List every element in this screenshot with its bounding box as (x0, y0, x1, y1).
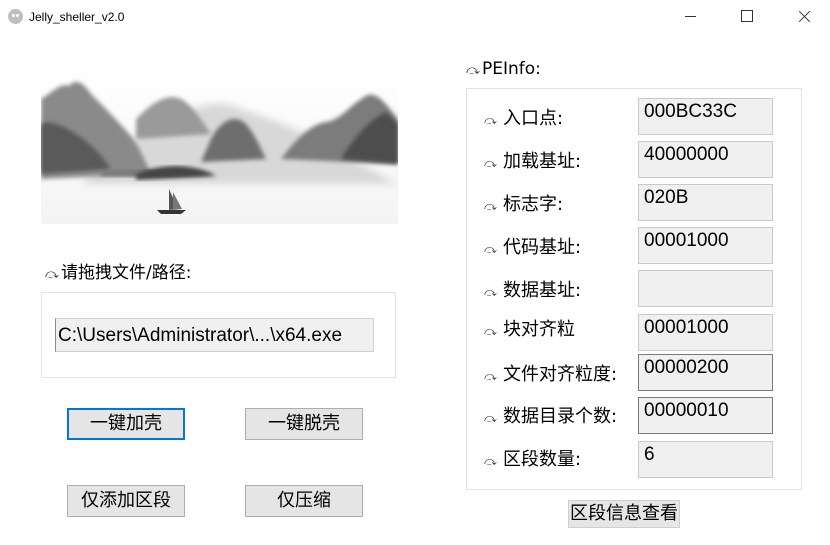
drop-label: ⤼ 请拖拽文件/路径: (45, 262, 191, 286)
window-title: Jelly_sheller_v2.0 (29, 10, 125, 24)
data-directory-count-label: ⤼ 数据目录个数: (484, 405, 617, 430)
arrow-icon: ⤼ (484, 454, 497, 468)
landscape-image (41, 64, 398, 224)
arrow-icon: ⤼ (484, 242, 497, 256)
file-path-field[interactable]: C:\Users\Administrator\...\x64.exe (55, 318, 374, 352)
arrow-icon: ⤼ (484, 285, 497, 299)
view-sections-button[interactable]: 区段信息查看 (568, 500, 680, 528)
peinfo-title: ⤼ PEInfo: (466, 58, 541, 82)
arrow-icon: ⤼ (484, 199, 497, 213)
section-alignment-field[interactable]: 00001000 (638, 314, 773, 351)
image-base-field[interactable]: 40000000 (638, 141, 773, 178)
entry-point-label: ⤼ 入口点: (484, 107, 563, 132)
section-count-field[interactable]: 6 (638, 441, 773, 478)
minimize-icon[interactable] (668, 0, 714, 34)
compress-button[interactable]: 仅压缩 (245, 485, 363, 517)
magic-field[interactable]: 020B (638, 184, 773, 221)
add-section-button[interactable]: 仅添加区段 (67, 485, 185, 517)
arrow-icon: ⤼ (466, 63, 480, 78)
data-base-field[interactable] (638, 270, 773, 307)
arrow-icon: ⤼ (484, 369, 497, 383)
data-directory-count-field[interactable]: 00000010 (638, 397, 773, 434)
peinfo-group: ⤼ 入口点: 000BC33C ⤼ 加载基址: 40000000 ⤼ 标志字: 020… (466, 88, 802, 490)
app-icon (8, 9, 23, 24)
pack-button[interactable]: 一键加壳 (67, 408, 185, 440)
code-base-label: ⤼ 代码基址: (484, 236, 581, 261)
code-base-field[interactable]: 00001000 (638, 227, 773, 264)
arrow-icon: ⤼ (45, 267, 59, 282)
image-base-label: ⤼ 加载基址: (484, 150, 581, 175)
arrow-icon: ⤼ (484, 324, 497, 338)
maximize-icon[interactable] (724, 0, 770, 34)
entry-point-field[interactable]: 000BC33C (638, 98, 773, 135)
file-alignment-label: ⤼ 文件对齐粒度: (484, 363, 617, 388)
arrow-icon: ⤼ (484, 156, 497, 170)
close-icon[interactable] (781, 0, 827, 34)
data-base-label: ⤼ 数据基址: (484, 279, 581, 304)
title-bar: Jelly_sheller_v2.0 (0, 0, 830, 34)
section-count-label: ⤼ 区段数量: (484, 448, 581, 473)
file-alignment-field[interactable]: 00000200 (638, 354, 773, 391)
file-drop-area[interactable]: C:\Users\Administrator\...\x64.exe (41, 292, 396, 378)
section-alignment-label: ⤼ 块对齐粒 (484, 318, 575, 343)
arrow-icon: ⤼ (484, 411, 497, 425)
magic-label: ⤼ 标志字: (484, 193, 563, 218)
unpack-button[interactable]: 一键脱壳 (245, 408, 363, 440)
arrow-icon: ⤼ (484, 113, 497, 127)
